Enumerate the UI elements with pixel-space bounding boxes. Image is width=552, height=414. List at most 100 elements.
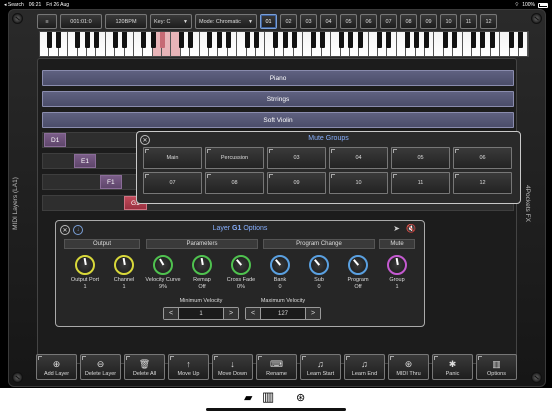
mute-group-button[interactable]: 08 (205, 172, 264, 194)
black-key[interactable] (320, 32, 326, 48)
black-key[interactable] (141, 32, 147, 48)
black-key[interactable] (150, 32, 156, 48)
send-icon[interactable]: ➤ (393, 224, 400, 233)
mute-group-button[interactable]: Main (143, 147, 202, 169)
knob-dial[interactable] (387, 255, 407, 275)
black-key[interactable] (56, 32, 62, 48)
black-key[interactable] (188, 32, 194, 48)
black-key[interactable] (244, 32, 250, 48)
mute-group-button[interactable]: 09 (267, 172, 326, 194)
mute-group-button[interactable]: 07 (143, 172, 202, 194)
black-key[interactable] (386, 32, 392, 48)
channel-button-05[interactable]: 05 (340, 14, 357, 29)
mute-group-button[interactable]: 12 (453, 172, 512, 194)
options-button[interactable]: ▥ Options (476, 354, 517, 380)
home-indicator[interactable] (206, 408, 346, 411)
min-velocity-increment[interactable]: > (224, 308, 238, 319)
max-velocity-value[interactable]: 127 (260, 308, 306, 319)
channel-button-04[interactable]: 04 (320, 14, 337, 29)
piano-app-icon[interactable]: ▥ (262, 389, 274, 405)
channel-button-02[interactable]: 02 (280, 14, 297, 29)
key-select[interactable]: Key: C ▼ (150, 14, 192, 29)
learn-start-button[interactable]: ♫ Learn Start (300, 354, 341, 380)
black-key[interactable] (225, 32, 231, 48)
black-key[interactable] (452, 32, 458, 48)
black-key[interactable] (207, 32, 213, 48)
back-to-search[interactable]: ◂ Search (4, 2, 24, 8)
layer-row[interactable]: Strrings (42, 91, 514, 107)
channel-button-10[interactable]: 10 (440, 14, 457, 29)
knob-control[interactable]: Group 1 (378, 255, 416, 290)
max-velocity-increment[interactable]: > (306, 308, 320, 319)
move-down-button[interactable]: ↓ Move Down (212, 354, 253, 380)
black-key[interactable] (75, 32, 81, 48)
mute-group-button[interactable]: 10 (329, 172, 388, 194)
black-key[interactable] (508, 32, 514, 48)
rename-button[interactable]: ⌨ Rename (256, 354, 297, 380)
black-key[interactable] (254, 32, 260, 48)
channel-button-09[interactable]: 09 (420, 14, 437, 29)
channel-button-07[interactable]: 07 (380, 14, 397, 29)
knob-dial[interactable] (309, 255, 329, 275)
knob-dial[interactable] (231, 255, 251, 275)
black-key[interactable] (348, 32, 354, 48)
menu-button[interactable]: ≡ (37, 14, 57, 29)
black-key[interactable] (46, 32, 52, 48)
knob-control[interactable]: Bank 0 (261, 255, 299, 290)
knob-dial[interactable] (270, 255, 290, 275)
mute-group-button[interactable]: 05 (391, 147, 450, 169)
files-icon[interactable]: ▰ (244, 391, 252, 404)
midi-thru-button[interactable]: ⊛ MIDI Thru (388, 354, 429, 380)
panic-button[interactable]: ✱ Panic (432, 354, 473, 380)
knob-control[interactable]: Remap Off (183, 255, 221, 290)
black-key[interactable] (442, 32, 448, 48)
layer-row[interactable]: Soft Violin (42, 112, 514, 128)
midi-app-icon[interactable]: ⊛ (296, 391, 305, 404)
black-key[interactable] (339, 32, 345, 48)
black-key[interactable] (122, 32, 128, 48)
black-key[interactable] (480, 32, 486, 48)
move-up-button[interactable]: ↑ Move Up (168, 354, 209, 380)
mute-group-button[interactable]: 03 (267, 147, 326, 169)
mute-group-button[interactable]: 06 (453, 147, 512, 169)
black-key[interactable] (178, 32, 184, 48)
black-key[interactable] (282, 32, 288, 48)
knob-control[interactable]: Channel 1 (105, 255, 143, 290)
black-key[interactable] (273, 32, 279, 48)
black-key[interactable] (216, 32, 222, 48)
knob-control[interactable]: Velocity Curve 9% (144, 255, 182, 290)
black-key[interactable] (518, 32, 524, 48)
channel-button-01[interactable]: 01 (260, 14, 277, 29)
tempo-display[interactable]: 120BPM (105, 14, 147, 29)
delete-layer-button[interactable]: ⊖ Delete Layer (80, 354, 121, 380)
knob-dial[interactable] (153, 255, 173, 275)
black-key[interactable] (414, 32, 420, 48)
min-velocity-decrement[interactable]: < (164, 308, 178, 319)
mode-select[interactable]: Mode: Chromatic ▼ (195, 14, 257, 29)
black-key[interactable] (405, 32, 410, 48)
piano-keyboard[interactable] (39, 31, 529, 57)
note-chip[interactable]: D1 (44, 133, 67, 147)
black-key[interactable] (84, 32, 90, 48)
black-key[interactable] (470, 32, 476, 48)
channel-button-03[interactable]: 03 (300, 14, 317, 29)
min-velocity-value[interactable]: 1 (178, 308, 224, 319)
add-layer-button[interactable]: ⊕ Add Layer (36, 354, 77, 380)
knob-control[interactable]: Sub 0 (300, 255, 338, 290)
black-key[interactable] (291, 32, 297, 48)
black-key[interactable] (423, 32, 429, 48)
knob-dial[interactable] (114, 255, 134, 275)
black-key[interactable] (94, 32, 100, 48)
speaker-mute-icon[interactable]: 🔇 (406, 224, 416, 233)
knob-control[interactable]: Cross Fade 0% (222, 255, 260, 290)
knob-dial[interactable] (348, 255, 368, 275)
black-key[interactable] (489, 32, 495, 48)
channel-button-11[interactable]: 11 (460, 14, 477, 29)
black-key[interactable] (160, 32, 165, 48)
channel-button-06[interactable]: 06 (360, 14, 377, 29)
black-key[interactable] (112, 32, 118, 48)
mute-group-button[interactable]: 11 (391, 172, 450, 194)
channel-button-12[interactable]: 12 (480, 14, 497, 29)
black-key[interactable] (357, 32, 363, 48)
knob-dial[interactable] (192, 255, 212, 275)
